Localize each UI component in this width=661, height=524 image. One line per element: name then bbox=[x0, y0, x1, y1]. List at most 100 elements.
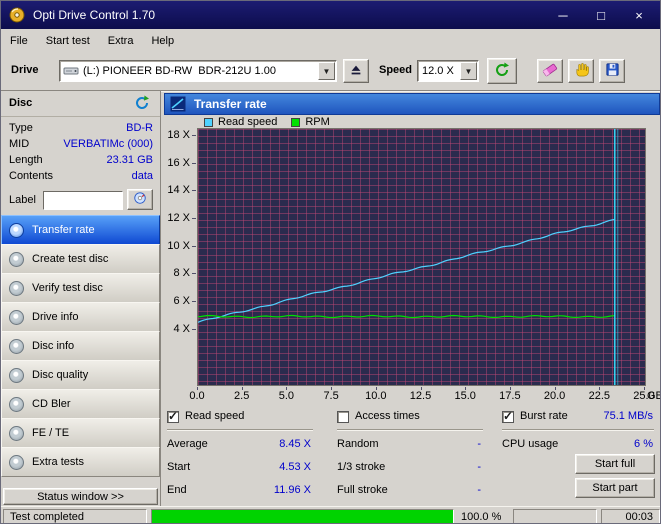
speed-select[interactable]: 12.0 X ▼ bbox=[417, 60, 479, 82]
preferences-button[interactable] bbox=[568, 59, 594, 83]
x-tick-label: 10.0 bbox=[361, 390, 391, 402]
read-speed-legend-label: Read speed bbox=[218, 116, 277, 128]
sidebar: Transfer rate Create test discVerify test… bbox=[1, 216, 160, 477]
menu-start-test[interactable]: Start test bbox=[37, 32, 99, 50]
x-tick-mark bbox=[555, 387, 556, 390]
burst-rate-value: 75.1 MB/s bbox=[561, 410, 653, 422]
x-tick-label: 17.5 bbox=[495, 390, 525, 402]
disc-panel-title: Disc bbox=[9, 97, 32, 109]
transfer-rate-icon bbox=[9, 223, 24, 238]
full-stroke-value: - bbox=[381, 484, 481, 496]
sidebar-item-verify-test-disc[interactable]: Verify test disc bbox=[1, 273, 160, 303]
progress-bar bbox=[151, 509, 454, 524]
x-tick-mark bbox=[421, 387, 422, 390]
start-part-button[interactable]: Start part bbox=[575, 478, 655, 498]
menu-file[interactable]: File bbox=[1, 32, 37, 50]
label-input[interactable] bbox=[43, 191, 123, 210]
rpm-legend-label: RPM bbox=[305, 116, 329, 128]
x-tick-mark bbox=[599, 387, 600, 390]
verify-test-disc-icon bbox=[9, 281, 24, 296]
y-tick-mark bbox=[192, 301, 196, 302]
x-tick-mark bbox=[331, 387, 332, 390]
end-label: End bbox=[167, 484, 187, 496]
disc-type-value: BD-R bbox=[126, 122, 153, 134]
y-tick-mark bbox=[192, 135, 196, 136]
sidebar-item-disc-info[interactable]: Disc info bbox=[1, 331, 160, 361]
burst-rate-checkbox[interactable]: ✓ bbox=[502, 411, 514, 423]
disc-label-icon bbox=[133, 191, 147, 208]
divider bbox=[337, 429, 483, 430]
progress-percent: 100.0 % bbox=[461, 511, 501, 523]
disc-length-value: 23.31 GB bbox=[107, 154, 153, 166]
chevron-down-icon[interactable]: ▼ bbox=[460, 62, 477, 80]
y-tick-label: 18 X bbox=[157, 129, 190, 141]
speed-label: Speed bbox=[379, 64, 412, 76]
toolbar: Drive (L:) PIONEER BD-RW BDR-212U 1.00 ▼… bbox=[1, 52, 661, 91]
sidebar-item-label: Transfer rate bbox=[32, 224, 95, 236]
access-times-checkbox[interactable]: ✓ bbox=[337, 411, 349, 423]
sidebar-item-disc-quality[interactable]: Disc quality bbox=[1, 360, 160, 390]
sidebar-item-extra-tests[interactable]: Extra tests bbox=[1, 447, 160, 477]
y-tick-label: 8 X bbox=[157, 267, 190, 279]
x-tick-label: 0.0 bbox=[182, 390, 212, 402]
minimize-button[interactable]: ─ bbox=[544, 1, 582, 29]
random-label: Random bbox=[337, 438, 379, 450]
x-tick-mark bbox=[286, 387, 287, 390]
x-axis-unit: GB bbox=[647, 390, 661, 402]
sidebar-item-label: CD Bler bbox=[32, 398, 71, 410]
disc-mid-label: MID bbox=[9, 138, 29, 150]
average-label: Average bbox=[167, 438, 208, 450]
sidebar-item-fe-te[interactable]: FE / TE bbox=[1, 418, 160, 448]
y-tick-mark bbox=[192, 329, 196, 330]
maximize-button[interactable]: □ bbox=[582, 1, 620, 29]
eject-icon bbox=[349, 63, 363, 80]
read-label-button[interactable] bbox=[127, 189, 153, 210]
title-bar: Opti Drive Control 1.70 ─ □ × bbox=[1, 1, 661, 29]
sidebar-item-label: Disc info bbox=[32, 340, 74, 352]
sidebar-item-label: FE / TE bbox=[32, 427, 69, 439]
x-tick-label: 7.5 bbox=[316, 390, 346, 402]
disc-contents-value: data bbox=[132, 170, 153, 182]
disc-type-label: Type bbox=[9, 122, 33, 134]
drive-icon bbox=[63, 63, 79, 79]
x-tick-label: 15.0 bbox=[450, 390, 480, 402]
x-tick-label: 22.5 bbox=[584, 390, 614, 402]
save-button[interactable] bbox=[599, 59, 625, 83]
eject-button[interactable] bbox=[343, 59, 369, 83]
menu-extra[interactable]: Extra bbox=[99, 32, 143, 50]
menu-help[interactable]: Help bbox=[142, 32, 183, 50]
divider bbox=[502, 429, 654, 430]
fe-te-icon bbox=[9, 426, 24, 441]
start-full-button[interactable]: Start full bbox=[575, 454, 655, 474]
sidebar-item-create-test-disc[interactable]: Create test disc bbox=[1, 244, 160, 274]
status-message: Test completed bbox=[4, 511, 90, 523]
sidebar-item-cd-bler[interactable]: CD Bler bbox=[1, 389, 160, 419]
drive-label: Drive bbox=[11, 64, 39, 76]
x-tick-mark bbox=[242, 387, 243, 390]
close-button[interactable]: × bbox=[620, 1, 658, 29]
y-tick-mark bbox=[192, 246, 196, 247]
menu-bar: File Start test Extra Help bbox=[1, 29, 661, 52]
disc-quality-icon bbox=[9, 368, 24, 383]
disc-panel-header: Disc bbox=[1, 91, 160, 117]
x-tick-label: 20.0 bbox=[540, 390, 570, 402]
speed-select-value: 12.0 X bbox=[418, 65, 460, 77]
sidebar-item-transfer-rate[interactable]: Transfer rate bbox=[1, 215, 160, 245]
disc-info-icon bbox=[9, 339, 24, 354]
sidebar-item-label: Disc quality bbox=[32, 369, 88, 381]
drive-select[interactable]: (L:) PIONEER BD-RW BDR-212U 1.00 ▼ bbox=[59, 60, 337, 82]
transfer-rate-icon bbox=[170, 96, 186, 112]
app-window: Opti Drive Control 1.70 ─ □ × File Start… bbox=[0, 0, 661, 524]
y-tick-label: 10 X bbox=[157, 240, 190, 252]
end-value: 11.96 X bbox=[211, 484, 311, 496]
refresh-button[interactable] bbox=[487, 58, 517, 84]
rpm-swatch bbox=[291, 118, 300, 127]
status-window-button[interactable]: Status window >> bbox=[3, 488, 158, 505]
extra-tests-icon bbox=[9, 455, 24, 470]
erase-disc-button[interactable] bbox=[537, 59, 563, 83]
one-third-stroke-label: 1/3 stroke bbox=[337, 461, 385, 473]
disc-refresh-button[interactable] bbox=[134, 95, 152, 113]
chevron-down-icon[interactable]: ▼ bbox=[318, 62, 335, 80]
sidebar-item-drive-info[interactable]: Drive info bbox=[1, 302, 160, 332]
read-speed-checkbox[interactable]: ✓ bbox=[167, 411, 179, 423]
